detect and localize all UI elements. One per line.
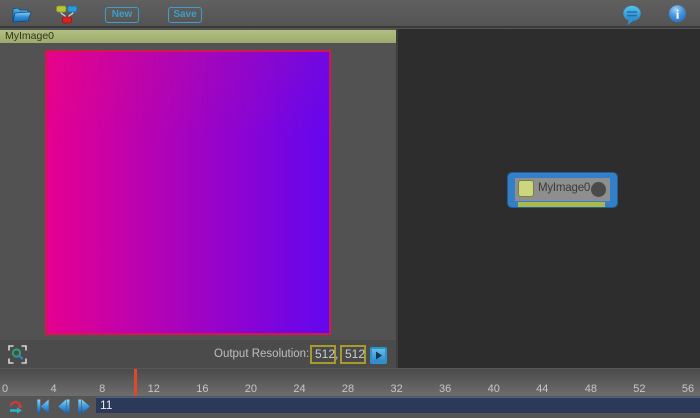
- svg-text:i: i: [676, 7, 680, 22]
